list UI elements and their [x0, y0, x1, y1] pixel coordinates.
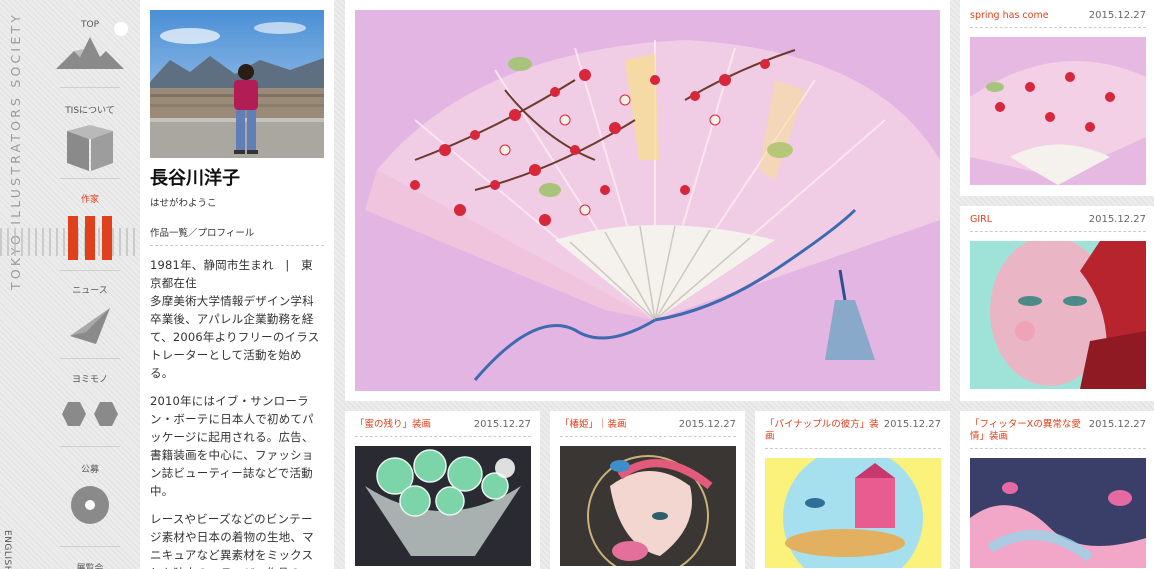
nav-item-artists[interactable]: 作家: [40, 192, 140, 264]
artist-name: 長谷川洋子: [150, 168, 240, 189]
bars-icon: [68, 216, 112, 260]
work-date: 2015.12.27: [1088, 419, 1146, 430]
work-date: 2015.12.27: [473, 419, 531, 430]
work-card[interactable]: 「パイナップルの彼方」装画 2015.12.27: [755, 411, 950, 569]
featured-artwork-card[interactable]: [345, 0, 950, 401]
nav-divider: [60, 270, 120, 271]
work-thumbnail[interactable]: [765, 458, 941, 568]
paper-plane-icon: [70, 308, 110, 344]
nav-divider: [60, 87, 120, 88]
work-card-header: 「パイナップルの彼方」装画 2015.12.27: [765, 419, 941, 449]
work-title[interactable]: 「椿姫」｜装画: [560, 419, 627, 431]
artist-profile: 長谷川洋子 はせがわようこ 作品一覧／プロフィール 1981年、静岡市生まれ |…: [140, 0, 334, 569]
work-thumbnail[interactable]: [355, 446, 531, 566]
bio-line: 多摩美術大学情報デザイン学科卒業後、アパレル企業勤務を経て、2006年よりフリー…: [150, 294, 320, 380]
nav-label: 公募: [80, 465, 99, 475]
work-card-header: 「椿姫」｜装画 2015.12.27: [560, 419, 736, 437]
nav-label: TISについて: [65, 106, 115, 116]
work-title[interactable]: 「蜜の残り」装画: [355, 419, 431, 431]
artist-photo: [150, 10, 324, 158]
nav-item-news[interactable]: ニュース: [40, 283, 140, 350]
nav-divider: [60, 358, 120, 359]
work-title[interactable]: 「パイナップルの彼方」装画: [765, 419, 880, 443]
work-date: 2015.12.27: [1088, 10, 1146, 21]
work-thumbnail[interactable]: [970, 241, 1146, 389]
work-card-header: GIRL 2015.12.27: [970, 214, 1146, 232]
hexagons-icon: [62, 402, 118, 426]
disc-icon: [71, 486, 109, 524]
work-card[interactable]: 「椿姫」｜装画 2015.12.27: [550, 411, 745, 569]
work-card[interactable]: 「蜜の残り」装画 2015.12.27: [345, 411, 540, 569]
open-book-icon: [67, 125, 113, 171]
nav-item-about[interactable]: TISについて: [40, 103, 140, 177]
nav-divider: [60, 446, 120, 447]
work-date: 2015.12.27: [883, 419, 941, 430]
work-card[interactable]: 「フィッターXの異常な愛情」装画 2015.12.27: [960, 411, 1154, 569]
nav-label: 作家: [80, 195, 99, 205]
work-title[interactable]: 「フィッターXの異常な愛情」装画: [970, 419, 1085, 443]
mountain-icon: [56, 37, 124, 69]
nav-item-top[interactable]: TOP: [40, 20, 140, 75]
work-date: 2015.12.27: [1088, 214, 1146, 225]
bio-paragraph: 1981年、静岡市生まれ | 東京都在住 多摩美術大学情報デザイン学科卒業後、ア…: [150, 256, 324, 382]
work-thumbnail[interactable]: [970, 458, 1146, 568]
bio-paragraph: 2010年にはイブ・サンローラン・ボーテに日本人で初めてパッケージに起用される。…: [150, 394, 314, 498]
work-card[interactable]: GIRL 2015.12.27: [960, 206, 1154, 401]
english-link[interactable]: ENGLISH ◀: [2, 530, 12, 569]
nav-divider: [60, 546, 120, 547]
nav-label: ヨミモノ: [71, 375, 108, 385]
work-card-header: 「蜜の残り」装画 2015.12.27: [355, 419, 531, 437]
work-card-header: 「フィッターXの異常な愛情」装画 2015.12.27: [970, 419, 1146, 449]
nav-divider: [60, 178, 120, 179]
main-nav: TOP TISについて 作家 ニュース ヨミモノ 公募 展覧会: [40, 0, 140, 569]
nav-label: ニュース: [72, 286, 108, 296]
nav-item-yomimono[interactable]: ヨミモノ: [40, 372, 140, 431]
work-card-header: spring has come 2015.12.27: [970, 10, 1146, 28]
bio-paragraph: レースやビーズなどのビンテージ素材や日本の着物の生地、マニキュアなど異素材をミッ…: [150, 512, 314, 569]
nav-label: TOP: [80, 20, 99, 30]
nav-label: 展覧会: [76, 564, 104, 569]
brand-strip: TOKYO ILLUSTRATORS SOCIETY ENGLISH ◀: [0, 0, 40, 569]
work-title[interactable]: spring has come: [970, 10, 1049, 22]
artist-name-kana: はせがわようこ: [150, 198, 217, 209]
bio-line: 1981年、静岡市生まれ | 東京都在住: [150, 258, 313, 290]
nav-item-exhibition[interactable]: 展覧会: [40, 561, 140, 569]
work-thumbnail[interactable]: [560, 446, 736, 566]
work-title[interactable]: GIRL: [970, 214, 992, 226]
work-card[interactable]: spring has come 2015.12.27: [960, 0, 1154, 196]
nav-item-koubo[interactable]: 公募: [40, 462, 140, 529]
work-thumbnail[interactable]: [970, 37, 1146, 185]
fan-artwork-image: [355, 10, 940, 391]
works-profile-link[interactable]: 作品一覧／プロフィール: [150, 225, 324, 246]
work-date: 2015.12.27: [678, 419, 736, 430]
